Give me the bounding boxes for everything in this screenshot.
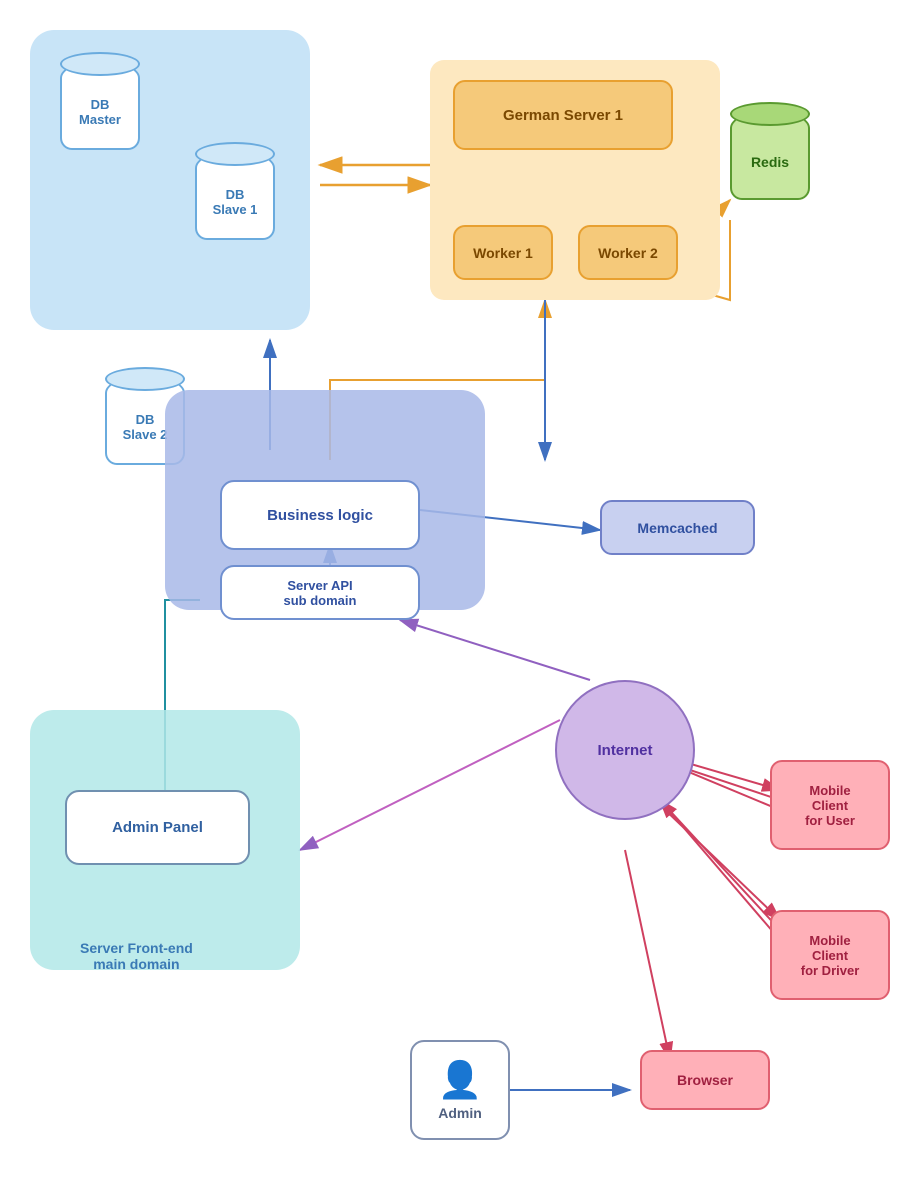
- db-master-node: DBMaster: [60, 60, 140, 150]
- worker2-node: Worker 2: [578, 225, 678, 280]
- redis-node: Redis: [730, 110, 810, 200]
- internet-node: Internet: [555, 680, 695, 820]
- browser-node: Browser: [640, 1050, 770, 1110]
- german-server-node: German Server 1: [453, 80, 673, 150]
- admin-person-node: 👤 Admin: [410, 1040, 510, 1140]
- mobile-driver-node: MobileClientfor Driver: [770, 910, 890, 1000]
- db-slave1-node: DBSlave 1: [195, 150, 275, 240]
- architecture-diagram: DBMaster DBSlave 1 DBSlave 2 German Serv…: [0, 0, 917, 1200]
- memcached-node: Memcached: [600, 500, 755, 555]
- admin-panel-node: Admin Panel: [65, 790, 250, 865]
- server-api-node: Server APIsub domain: [220, 565, 420, 620]
- mobile-user-node: MobileClientfor User: [770, 760, 890, 850]
- worker1-node: Worker 1: [453, 225, 553, 280]
- business-logic-node: Business logic: [220, 480, 420, 550]
- frontend-label: Server Front-endmain domain: [80, 940, 193, 972]
- admin-person-icon: 👤: [438, 1059, 483, 1101]
